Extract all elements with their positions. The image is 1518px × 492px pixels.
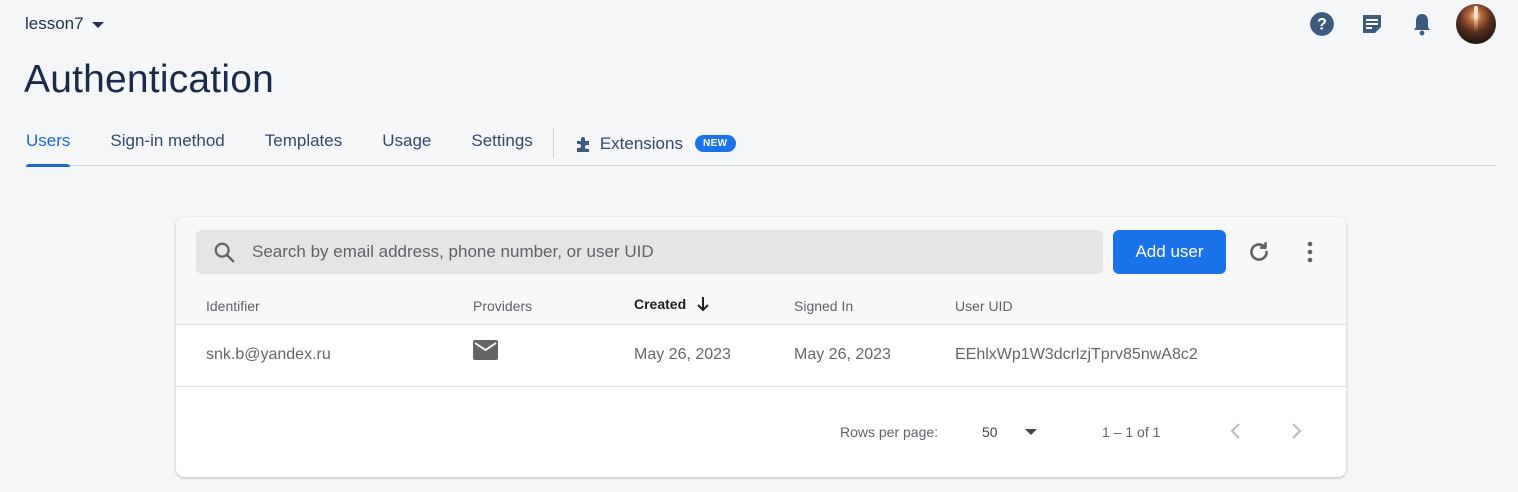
help-icon[interactable]: ? xyxy=(1302,4,1342,44)
tab-users[interactable]: Users xyxy=(26,124,71,167)
chevron-down-icon xyxy=(91,22,104,28)
rows-per-page-label: Rows per page: xyxy=(840,424,939,440)
page-range: 1 – 1 of 1 xyxy=(1102,424,1161,440)
users-toolbar: Add user xyxy=(176,217,1346,287)
column-identifier[interactable]: Identifier xyxy=(206,298,260,314)
refresh-icon[interactable] xyxy=(1246,239,1272,270)
cell-user-uid: EEhlxWp1W3dcrlzjTprv85nwA8c2 xyxy=(955,346,1198,363)
more-vert-icon[interactable] xyxy=(1300,239,1320,270)
search-bar[interactable] xyxy=(196,230,1103,274)
feedback-icon[interactable] xyxy=(1352,4,1392,44)
column-created[interactable]: Created xyxy=(634,296,710,312)
tab-extensions-label: Extensions xyxy=(599,133,683,153)
tab-usage[interactable]: Usage xyxy=(382,124,431,166)
puzzle-icon xyxy=(576,136,589,152)
table-row[interactable]: snk.b@yandex.ru May 26, 2023 May 26, 202… xyxy=(176,326,1346,387)
arrow-down-icon xyxy=(697,297,709,312)
add-user-button[interactable]: Add user xyxy=(1113,230,1226,274)
avatar[interactable] xyxy=(1456,4,1496,44)
svg-text:?: ? xyxy=(1317,15,1327,33)
cell-signed-in: May 26, 2023 xyxy=(794,346,891,363)
column-signed-in[interactable]: Signed In xyxy=(794,298,853,314)
cell-identifier: snk.b@yandex.ru xyxy=(206,346,331,363)
column-user-uid[interactable]: User UID xyxy=(955,298,1013,314)
users-card: Add user Identifier Providers Created Si… xyxy=(176,217,1346,477)
page-title: Authentication xyxy=(24,58,274,101)
tab-extensions[interactable]: Extensions NEW xyxy=(574,124,736,166)
tab-templates[interactable]: Templates xyxy=(265,124,342,166)
tab-settings[interactable]: Settings xyxy=(471,124,532,166)
rows-per-page-select[interactable]: 50 xyxy=(982,424,998,440)
pagination: Rows per page: 50 1 – 1 of 1 xyxy=(176,387,1346,477)
chevron-down-icon[interactable] xyxy=(1025,429,1037,435)
chevron-left-icon[interactable] xyxy=(1226,419,1246,446)
tab-sign-in-method[interactable]: Sign-in method xyxy=(110,124,224,166)
search-icon xyxy=(196,241,252,263)
cell-created: May 26, 2023 xyxy=(634,346,731,363)
tab-divider xyxy=(552,128,554,158)
email-icon xyxy=(473,340,498,365)
chevron-right-icon[interactable] xyxy=(1286,419,1306,446)
top-bar-actions: ? xyxy=(1292,4,1496,44)
project-switcher[interactable]: lesson7 xyxy=(25,14,104,34)
tab-bar: Users Sign-in method Templates Usage Set… xyxy=(26,124,1496,167)
column-created-label: Created xyxy=(634,296,687,312)
search-input[interactable] xyxy=(252,242,1103,262)
column-providers[interactable]: Providers xyxy=(473,298,532,314)
project-name: lesson7 xyxy=(25,14,84,33)
new-badge: NEW xyxy=(694,135,736,152)
table-header: Identifier Providers Created Signed In U… xyxy=(176,287,1346,325)
notifications-icon[interactable] xyxy=(1402,4,1442,44)
